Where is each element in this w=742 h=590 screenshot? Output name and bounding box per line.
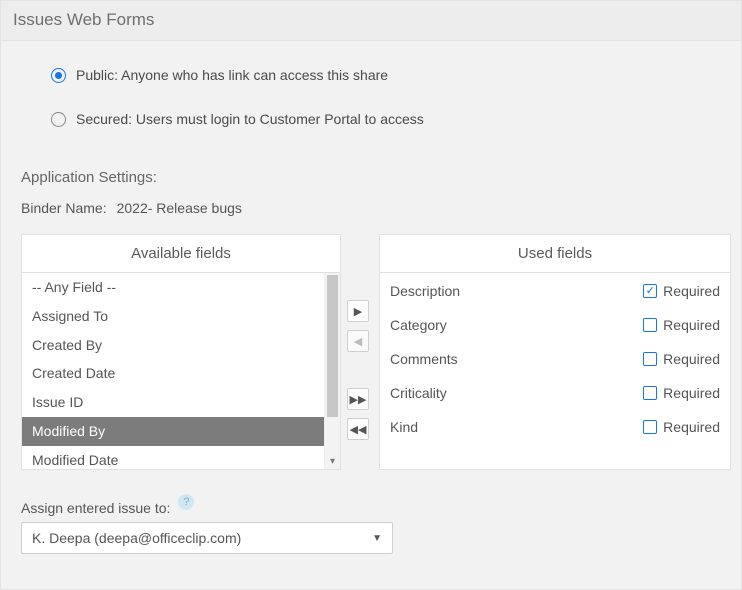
used-field-row: Criticality ✓ Required xyxy=(390,377,720,411)
required-label: Required xyxy=(663,283,720,299)
list-item[interactable]: Created By xyxy=(22,331,324,360)
list-item[interactable]: Assigned To xyxy=(22,302,324,331)
used-field-name: Kind xyxy=(390,419,418,435)
used-fields-header: Used fields xyxy=(380,235,730,273)
double-arrow-left-icon: ◀◀ xyxy=(350,423,367,436)
access-secured-label: Secured: Users must login to Customer Po… xyxy=(76,111,424,127)
assign-label: Assign entered issue to: xyxy=(21,500,170,516)
access-public-option[interactable]: Public: Anyone who has link can access t… xyxy=(51,67,691,83)
page-title: Issues Web Forms xyxy=(1,1,741,41)
arrow-left-icon: ◀ xyxy=(354,335,362,348)
page-body: Public: Anyone who has link can access t… xyxy=(1,41,741,554)
scroll-thumb[interactable] xyxy=(327,275,338,417)
application-settings-heading: Application Settings: xyxy=(21,169,721,186)
access-public-label: Public: Anyone who has link can access t… xyxy=(76,67,388,83)
radio-icon xyxy=(51,112,66,127)
checkbox-icon: ✓ xyxy=(643,318,657,332)
binder-name-label: Binder Name: xyxy=(21,200,107,216)
used-field-name: Category xyxy=(390,317,447,333)
used-field-name: Criticality xyxy=(390,385,447,401)
required-checkbox[interactable]: ✓ Required xyxy=(643,419,720,435)
used-fields-panel: Used fields Description✓RequiredCategory… xyxy=(379,234,731,470)
arrow-right-icon: ▶ xyxy=(354,305,362,318)
checkbox-icon: ✓ xyxy=(643,386,657,400)
required-checkbox[interactable]: ✓ Required xyxy=(643,317,720,333)
required-label: Required xyxy=(663,317,720,333)
used-field-name: Description xyxy=(390,283,460,299)
required-checkbox[interactable]: ✓ Required xyxy=(643,283,720,299)
required-checkbox[interactable]: ✓ Required xyxy=(643,385,720,401)
list-item[interactable]: Modified Date xyxy=(22,446,324,469)
move-buttons: ▶ ◀ ▶▶ ◀◀ xyxy=(347,234,369,470)
scroll-down-button[interactable]: ▾ xyxy=(325,453,340,469)
double-arrow-right-icon: ▶▶ xyxy=(350,393,367,406)
move-left-button[interactable]: ◀ xyxy=(347,330,369,352)
list-item[interactable]: Issue ID xyxy=(22,388,324,417)
used-field-row: Category ✓ Required xyxy=(390,309,720,343)
required-label: Required xyxy=(663,385,720,401)
access-secured-option[interactable]: Secured: Users must login to Customer Po… xyxy=(51,111,691,127)
checkbox-icon: ✓ xyxy=(643,352,657,366)
available-fields-body: -- Any Field --Assigned ToCreated ByCrea… xyxy=(22,273,340,469)
used-field-row: Kind ✓ Required xyxy=(390,411,720,445)
used-field-row: Comments ✓ Required xyxy=(390,343,720,377)
move-all-left-button[interactable]: ◀◀ xyxy=(347,418,369,440)
move-right-button[interactable]: ▶ xyxy=(347,300,369,322)
assign-select[interactable]: K. Deepa (deepa@officeclip.com) ▼ xyxy=(21,522,393,554)
list-item[interactable]: -- Any Field -- xyxy=(22,273,324,302)
access-radio-group: Public: Anyone who has link can access t… xyxy=(21,41,721,161)
assign-select-value: K. Deepa (deepa@officeclip.com) xyxy=(32,530,241,546)
available-fields-panel: Available fields -- Any Field --Assigned… xyxy=(21,234,341,470)
chevron-down-icon: ▼ xyxy=(372,533,382,544)
scrollbar[interactable]: ▾ xyxy=(324,273,340,469)
checkbox-icon: ✓ xyxy=(643,420,657,434)
checkbox-icon: ✓ xyxy=(643,284,657,298)
used-fields-body: Description✓RequiredCategory✓RequiredCom… xyxy=(380,273,730,469)
field-picker: Available fields -- Any Field --Assigned… xyxy=(21,234,721,470)
used-field-row: Description ✓ Required xyxy=(390,275,720,309)
page-root: Issues Web Forms Public: Anyone who has … xyxy=(0,0,742,590)
required-label: Required xyxy=(663,419,720,435)
list-item[interactable]: Created Date xyxy=(22,359,324,388)
used-fields-list: Description✓RequiredCategory✓RequiredCom… xyxy=(380,273,730,447)
binder-name-value: 2022- Release bugs xyxy=(117,200,242,216)
available-fields-header: Available fields xyxy=(22,235,340,273)
required-label: Required xyxy=(663,351,720,367)
available-fields-list[interactable]: -- Any Field --Assigned ToCreated ByCrea… xyxy=(22,273,324,469)
used-field-name: Comments xyxy=(390,351,458,367)
list-item[interactable]: Modified By xyxy=(22,417,324,446)
help-icon[interactable]: ? xyxy=(178,494,194,510)
assign-label-row: Assign entered issue to: ? xyxy=(21,500,721,516)
radio-icon xyxy=(51,68,66,83)
required-checkbox[interactable]: ✓ Required xyxy=(643,351,720,367)
binder-name-row: Binder Name: 2022- Release bugs xyxy=(21,200,721,216)
move-all-right-button[interactable]: ▶▶ xyxy=(347,388,369,410)
